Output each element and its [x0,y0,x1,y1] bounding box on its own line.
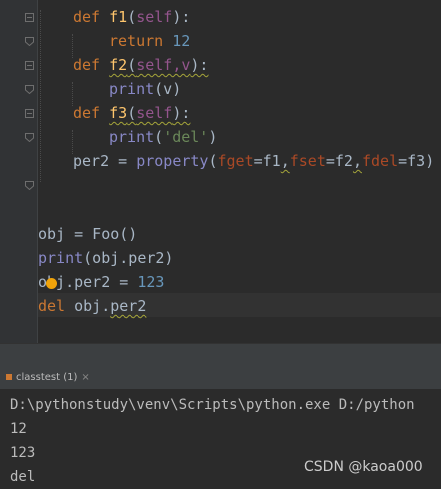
paren: ) [425,152,435,170]
code-editor[interactable]: def f1(self): return 12 def f2(self,v): … [0,0,441,343]
code-line[interactable]: print(v) [109,77,181,101]
paren: ( [208,152,218,170]
paren: ( [127,104,137,122]
paren: ( [127,8,137,26]
self-param: self [136,104,173,122]
paren: ): [172,104,191,122]
paren: ( [127,56,137,74]
code-line[interactable]: return 12 [109,29,190,53]
keyword: def [73,56,101,74]
builtin-call: print [109,128,155,146]
fold-marker-icon[interactable] [25,13,34,22]
code-text: bj.per2 = [47,273,138,291]
function-name: f1 [109,8,128,26]
run-tab-count: (1) [63,372,78,383]
comma: , [352,152,362,170]
indent-guide [40,10,41,182]
number-literal: 123 [137,273,165,291]
console-line: 123 [10,445,36,461]
run-tab[interactable]: classtest (1) × [6,367,90,389]
builtin-call: print [38,249,84,267]
paren: ): [190,56,209,74]
paren: ): [172,8,191,26]
code-line[interactable]: print('del') [109,125,217,149]
self-param: self [136,8,173,26]
paren: ( [154,128,164,146]
builtin-call: print [109,80,155,98]
code-line[interactable]: per2 = property(fget=f1,fset=f2,fdel=f3) [73,149,434,173]
paren: ) [208,128,218,146]
builtin-call: property [136,152,209,170]
fold-marker-icon[interactable] [25,109,34,118]
string-literal: 'del' [163,128,209,146]
tool-window-header [0,343,441,368]
code-line[interactable]: def f3(self): [73,101,190,125]
lightbulb-icon[interactable] [46,278,57,289]
code-line[interactable]: def f1(self): [73,5,190,29]
arg-value: =f2 [325,152,353,170]
keyword-arg: fget [217,152,254,170]
watermark: CSDN @kaoa000 [304,459,423,475]
statement: obj = Foo() [38,225,138,243]
params: self,v [136,56,191,74]
keyword-arg: fdel [362,152,399,170]
keyword-arg: fset [289,152,326,170]
python-file-icon [6,374,12,380]
fold-marker-icon[interactable] [25,61,34,70]
code-line[interactable]: print(obj.per2) [38,246,173,270]
editor-gutter [0,0,38,343]
call-args: (v) [154,80,182,98]
close-icon[interactable]: × [81,372,89,383]
comma: , [280,152,290,170]
keyword: return [109,32,164,50]
assignment: per2 = [73,152,137,170]
arg-value: =f1 [253,152,281,170]
attribute-name: per2 [110,297,147,315]
console-line: del [10,469,36,485]
run-tabbar: classtest (1) × [0,367,441,390]
function-name: f2 [109,56,128,74]
fold-end-icon[interactable] [25,37,34,46]
code-line[interactable]: def f2(self,v): [73,53,208,77]
code-text: obj. [65,297,111,315]
fold-end-icon[interactable] [25,133,34,142]
fold-end-icon[interactable] [25,85,34,94]
console-line: D:\pythonstudy\venv\Scripts\python.exe D… [10,397,415,413]
number-literal: 12 [172,32,191,50]
arg-value: =f3 [398,152,426,170]
keyword: def [73,8,101,26]
keyword: def [73,104,101,122]
fold-end-icon[interactable] [25,181,34,190]
run-tab-label: classtest [16,372,61,383]
code-line[interactable]: obj = Foo() [38,222,137,246]
code-line[interactable]: del obj.per2 [38,294,146,318]
console-line: 12 [10,421,27,437]
function-name: f3 [109,104,128,122]
keyword: del [38,297,66,315]
call-args: (obj.per2) [83,249,174,267]
